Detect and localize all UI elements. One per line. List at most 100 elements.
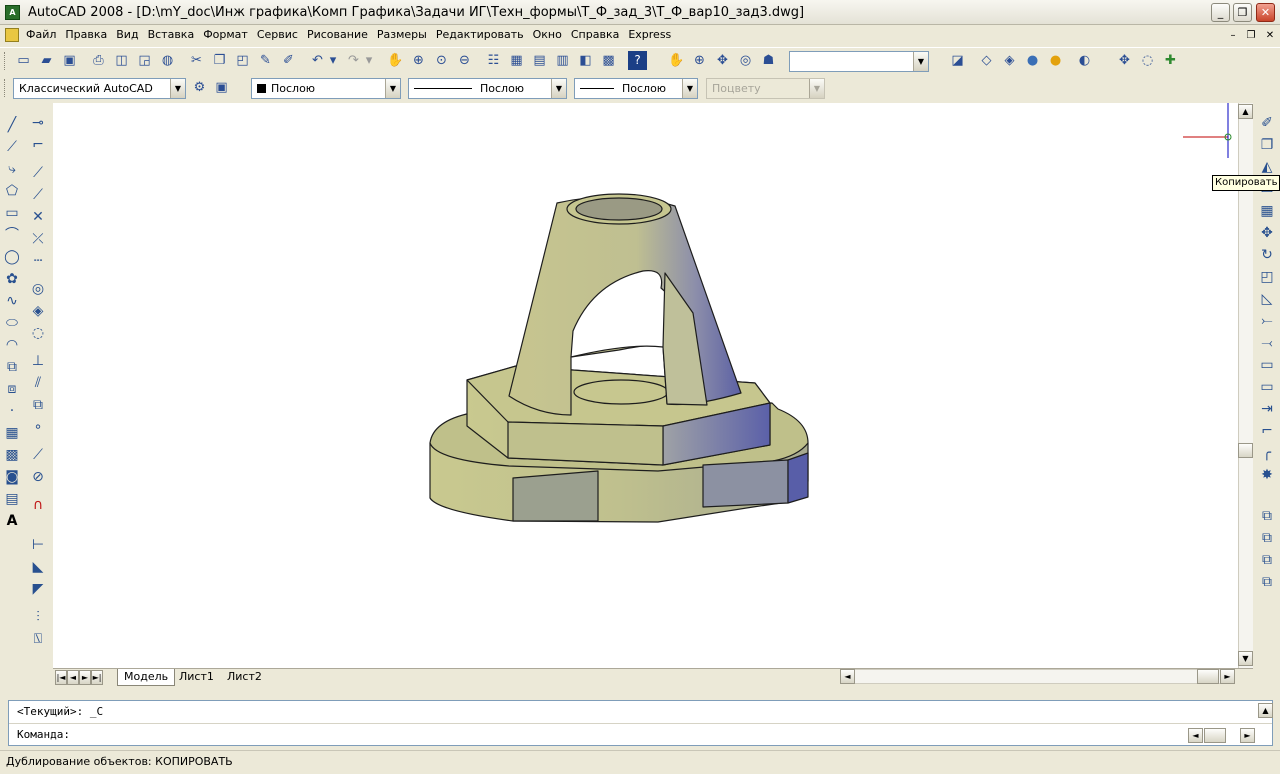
orbit-icon[interactable]: ✥: [713, 51, 732, 70]
toolbar-grip[interactable]: [4, 79, 7, 97]
workspace-settings-icon[interactable]: ⚙: [190, 78, 209, 97]
3d-dwf-icon[interactable]: ◍: [158, 51, 177, 70]
menu-file[interactable]: Файл: [26, 28, 56, 41]
preview-icon[interactable]: ◫: [112, 51, 131, 70]
temp-track-icon[interactable]: ⊸: [28, 113, 48, 133]
design-center-icon[interactable]: ▦: [507, 51, 526, 70]
sheet-set-icon[interactable]: ▥: [553, 51, 572, 70]
zoom-icon[interactable]: ⊕: [690, 51, 709, 70]
menu-help[interactable]: Справка: [571, 28, 619, 41]
arc-icon[interactable]: ⌒: [2, 225, 22, 245]
osnap-settings-icon[interactable]: ∩: [28, 495, 48, 515]
snap-insert-icon[interactable]: ⧉: [28, 395, 48, 415]
redo-list-icon[interactable]: ▾: [363, 51, 375, 70]
snap-center-icon[interactable]: ◎: [28, 279, 48, 299]
point-icon[interactable]: ·: [2, 401, 22, 421]
polyline-icon[interactable]: ⤷: [2, 159, 22, 179]
menu-express[interactable]: Express: [628, 28, 671, 41]
fillet-icon[interactable]: ╭: [1257, 443, 1277, 463]
extend-icon[interactable]: ⤙: [1257, 333, 1277, 353]
toolbar-grip[interactable]: [4, 52, 7, 70]
plot-icon[interactable]: ⎙: [89, 51, 108, 70]
snap-endpoint-icon[interactable]: ⟋: [28, 163, 48, 183]
calculator-icon[interactable]: ▩: [599, 51, 618, 70]
copy-object-icon[interactable]: ❐: [1257, 135, 1277, 155]
scroll-right-button[interactable]: ►: [1220, 669, 1235, 684]
document-icon[interactable]: [5, 28, 19, 42]
command-prompt[interactable]: Команда:: [17, 728, 70, 741]
ellipse-arc-icon[interactable]: ◠: [2, 335, 22, 355]
revision-cloud-icon[interactable]: ✿: [2, 269, 22, 289]
menu-edit[interactable]: Правка: [65, 28, 107, 41]
drawing-canvas[interactable]: [53, 103, 1238, 668]
dim-linear-icon[interactable]: ⊢: [28, 535, 48, 555]
erase-icon[interactable]: ✐: [1257, 113, 1277, 133]
undo-list-icon[interactable]: ▾: [327, 51, 339, 70]
new-icon[interactable]: ▭: [14, 51, 33, 70]
hscroll-thumb[interactable]: [1197, 669, 1219, 684]
mirror-icon[interactable]: ◭: [1257, 157, 1277, 177]
publish-icon[interactable]: ◲: [135, 51, 154, 70]
chevron-down-icon[interactable]: ▼: [385, 79, 400, 98]
make-block-icon[interactable]: ⧈: [2, 379, 22, 399]
snap-tangent-icon[interactable]: ◌: [28, 323, 48, 343]
insert-block-icon[interactable]: ⧉: [2, 357, 22, 377]
snap-apparent-icon[interactable]: ⤫: [28, 229, 48, 249]
move-icon[interactable]: ✥: [1257, 223, 1277, 243]
snap-perpendicular-icon[interactable]: ⊥: [28, 351, 48, 371]
tab-next-button[interactable]: ►: [79, 670, 91, 685]
trim-icon[interactable]: ⤚: [1257, 311, 1277, 331]
cmd-scroll-up-button[interactable]: ▲: [1258, 703, 1273, 718]
menu-window[interactable]: Окно: [533, 28, 562, 41]
tab-last-button[interactable]: ►|: [91, 670, 103, 685]
wireframe-icon[interactable]: ◈: [1000, 51, 1019, 70]
snap-quadrant-icon[interactable]: ◈: [28, 301, 48, 321]
break-at-point-icon[interactable]: ▭: [1257, 355, 1277, 375]
chevron-down-icon[interactable]: ▼: [913, 52, 928, 71]
zoom-realtime-icon[interactable]: ⊕: [409, 51, 428, 70]
visual-style-icon[interactable]: ◇: [977, 51, 996, 70]
chevron-down-icon[interactable]: ▼: [170, 79, 185, 98]
break-icon[interactable]: ▭: [1257, 377, 1277, 397]
tab-layout1[interactable]: Лист1: [173, 669, 220, 686]
snap-extension-icon[interactable]: ┄: [28, 251, 48, 271]
zoom-previous-icon[interactable]: ⊖: [455, 51, 474, 70]
restore-button[interactable]: ❐: [1233, 3, 1252, 22]
scale-icon[interactable]: ◰: [1257, 267, 1277, 287]
copy-icon[interactable]: ❐: [210, 51, 229, 70]
block-editor-icon[interactable]: ✐: [279, 51, 298, 70]
snap-nearest-icon[interactable]: ⟋: [28, 445, 48, 465]
match-properties-icon[interactable]: ✎: [256, 51, 275, 70]
lineweight-combo[interactable]: Послою ▼: [574, 78, 698, 99]
explode-icon[interactable]: ✸: [1257, 465, 1277, 485]
horizontal-scrollbar[interactable]: ◄ ►: [840, 669, 1235, 684]
undo-icon[interactable]: ↶: [308, 51, 327, 70]
menu-tools[interactable]: Сервис: [257, 28, 298, 41]
menu-format[interactable]: Формат: [203, 28, 248, 41]
zoom-window-icon[interactable]: ⊙: [432, 51, 451, 70]
draworder-above-icon[interactable]: ⧉: [1257, 550, 1277, 570]
scroll-up-button[interactable]: ▲: [1238, 104, 1253, 119]
snap-midpoint-icon[interactable]: ⟋: [28, 185, 48, 205]
constrained-orbit-icon[interactable]: ✚: [1161, 51, 1180, 70]
rotate-icon[interactable]: ↻: [1257, 245, 1277, 265]
menu-insert[interactable]: Вставка: [148, 28, 195, 41]
construction-line-icon[interactable]: ⟋: [2, 137, 22, 157]
cut-icon[interactable]: ✂: [187, 51, 206, 70]
workspace-combo[interactable]: Классический AutoCAD ▼: [13, 78, 186, 99]
region-icon[interactable]: ◙: [2, 467, 22, 487]
scroll-thumb[interactable]: [1238, 443, 1253, 458]
snap-intersection-icon[interactable]: ✕: [28, 207, 48, 227]
scroll-down-button[interactable]: ▼: [1238, 651, 1253, 666]
polygon-icon[interactable]: ⬠: [2, 181, 22, 201]
cmd-scroll-left-button[interactable]: ◄: [1188, 728, 1203, 743]
tab-model[interactable]: Модель: [117, 669, 176, 686]
tool-palettes-icon[interactable]: ▤: [530, 51, 549, 70]
materials-icon[interactable]: ◐: [1075, 51, 1094, 70]
light-icon[interactable]: ◪: [948, 51, 967, 70]
realistic-icon[interactable]: ●: [1046, 51, 1065, 70]
draworder-back-icon[interactable]: ⧉: [1257, 528, 1277, 548]
properties-icon[interactable]: ☷: [484, 51, 503, 70]
rectangle-icon[interactable]: ▭: [2, 203, 22, 223]
free-orbit-icon[interactable]: ◌: [1138, 51, 1157, 70]
